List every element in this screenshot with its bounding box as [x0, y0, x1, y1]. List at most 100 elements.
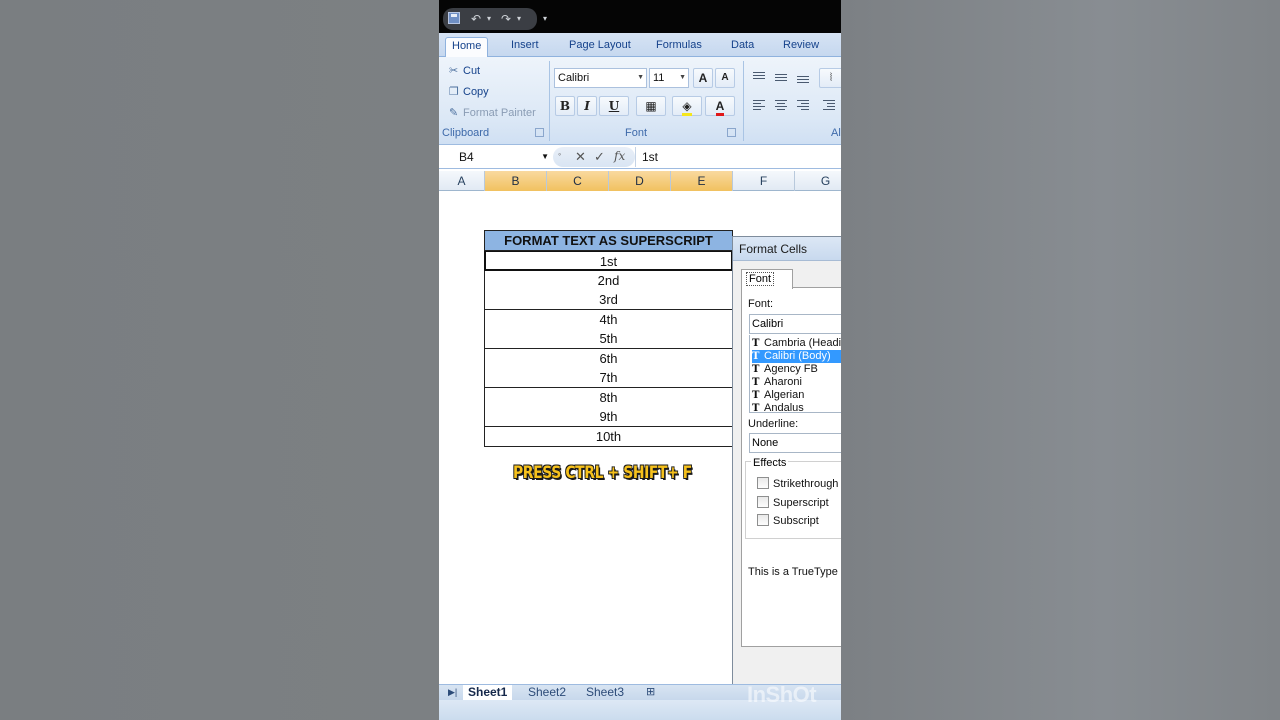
cancel-icon[interactable]: ✕ — [575, 149, 586, 165]
tab-review[interactable]: Review — [777, 37, 825, 57]
undo-dropdown-icon[interactable]: ▾ — [487, 12, 491, 26]
paint-bucket-icon: ◈ — [682, 99, 692, 116]
name-box[interactable]: B4 ▼ — [439, 147, 553, 167]
cut-label: Cut — [463, 65, 481, 77]
truetype-icon: T — [752, 364, 760, 375]
align-right-icon[interactable] — [794, 97, 812, 113]
decrease-indent-icon[interactable] — [820, 97, 838, 113]
truetype-icon: T — [752, 390, 760, 401]
tab-home[interactable]: Home — [445, 37, 489, 57]
table-row[interactable]: 10th — [484, 427, 733, 447]
font-label: Font: — [748, 298, 774, 310]
shrink-font-button[interactable]: A — [715, 68, 735, 88]
table-row[interactable]: 4th — [484, 310, 733, 330]
dialog-title: Format Cells — [733, 237, 841, 261]
tab-page-layout[interactable]: Page Layout — [563, 37, 637, 57]
last-sheet-nav-icon[interactable]: ▶| — [443, 685, 462, 700]
formula-input[interactable]: 1st — [635, 147, 841, 167]
align-center-icon[interactable] — [772, 97, 790, 113]
column-header-e[interactable]: E — [671, 171, 733, 191]
tab-data[interactable]: Data — [725, 37, 760, 57]
table-row[interactable]: 5th — [484, 329, 733, 349]
redo-dropdown-icon[interactable]: ▾ — [517, 12, 521, 26]
column-header-d[interactable]: D — [609, 171, 671, 191]
format-painter-button[interactable]: ✎ Format Painter — [449, 104, 536, 122]
table-row[interactable]: 6th — [484, 349, 733, 369]
tab-font[interactable]: Font — [741, 269, 793, 289]
save-icon[interactable] — [448, 12, 460, 24]
formula-bar: B4 ▼ ◦ ✕ ✓ fx 1st — [439, 145, 841, 169]
format-painter-label: Format Painter — [463, 107, 536, 119]
list-item[interactable]: T Agency FB — [752, 363, 841, 376]
list-item[interactable]: T Aharoni — [752, 376, 841, 389]
list-item[interactable]: T Algerian — [752, 389, 841, 402]
borders-button[interactable]: ▦ — [636, 96, 666, 116]
bold-button[interactable]: B — [555, 96, 575, 116]
table-row[interactable]: 1st — [484, 251, 733, 271]
insert-sheet-icon[interactable]: ⊞ — [641, 685, 660, 700]
cut-button[interactable]: ✂ Cut — [449, 62, 480, 80]
underline-button[interactable]: U — [599, 96, 629, 116]
strikethrough-checkbox[interactable] — [757, 477, 769, 489]
table-row[interactable]: 9th — [484, 407, 733, 427]
align-left-icon[interactable] — [750, 97, 768, 113]
tab-insert[interactable]: Insert — [505, 37, 545, 57]
sheet-tab-3[interactable]: Sheet3 — [581, 685, 629, 700]
enter-icon[interactable]: ✓ — [594, 149, 605, 165]
column-header-f[interactable]: F — [733, 171, 795, 191]
tab-formulas[interactable]: Formulas — [650, 37, 708, 57]
superscript-option[interactable]: Superscript — [757, 496, 829, 510]
column-headers: A B C D E F G — [439, 171, 841, 191]
column-header-b[interactable]: B — [485, 171, 547, 191]
customize-qat-icon[interactable]: ▾ — [543, 12, 547, 26]
clipboard-dialog-launcher[interactable] — [535, 128, 544, 137]
chevron-down-icon: ▼ — [637, 74, 644, 81]
column-header-g[interactable]: G — [795, 171, 841, 191]
redo-icon[interactable]: ↷ — [501, 12, 511, 26]
subscript-option[interactable]: Subscript — [757, 514, 819, 528]
superscript-checkbox[interactable] — [757, 496, 769, 508]
strikethrough-option[interactable]: Strikethrough — [757, 477, 838, 491]
list-item[interactable]: T Andalus — [752, 402, 841, 412]
undo-icon[interactable]: ↶ — [471, 12, 481, 26]
align-bottom-icon[interactable] — [794, 69, 812, 85]
align-top-icon[interactable] — [750, 69, 768, 85]
table-header[interactable]: FORMAT TEXT AS SUPERSCRIPT — [484, 230, 733, 251]
font-list[interactable]: T Cambria (Headin T Calibri (Body) T Agency… — [749, 335, 841, 413]
subscript-checkbox[interactable] — [757, 514, 769, 526]
column-header-c[interactable]: C — [547, 171, 609, 191]
borders-icon: ▦ — [645, 99, 657, 113]
orientation-icon: ⦚ — [829, 72, 833, 84]
list-item-selected[interactable]: T Calibri (Body) — [752, 350, 841, 363]
grow-font-button[interactable]: A — [693, 68, 713, 88]
italic-button[interactable]: I — [577, 96, 597, 116]
sheet-tab-1[interactable]: Sheet1 — [463, 685, 513, 700]
insert-function-icon[interactable]: fx — [614, 149, 625, 163]
sheet-tab-2[interactable]: Sheet2 — [523, 685, 571, 700]
copy-button[interactable]: ❐ Copy — [449, 83, 489, 101]
font-name-combo[interactable]: Calibri ▼ — [554, 68, 647, 88]
align-middle-icon[interactable] — [772, 69, 790, 85]
shortcut-caption: PRESS CTRL + SHIFT+ F — [513, 463, 692, 483]
group-separator — [743, 61, 744, 141]
list-item[interactable]: T Cambria (Headin — [752, 337, 841, 350]
column-header-a[interactable]: A — [439, 171, 485, 191]
formula-buttons: ◦ ✕ ✓ fx — [553, 147, 635, 167]
font-color-button[interactable]: A — [705, 96, 735, 116]
orientation-button[interactable]: ⦚ — [819, 68, 841, 88]
font-dialog-launcher[interactable] — [727, 128, 736, 137]
font-size-value: 11 — [653, 72, 665, 84]
table-row[interactable]: 8th — [484, 388, 733, 408]
table-row[interactable]: 3rd — [484, 290, 733, 310]
table-row[interactable]: 2nd — [484, 271, 733, 291]
copy-label: Copy — [463, 86, 489, 98]
underline-select[interactable]: None — [749, 433, 841, 453]
effects-label: Effects — [751, 457, 789, 469]
font-name-input[interactable]: Calibri — [749, 314, 841, 334]
paintbrush-icon: ✎ — [449, 107, 459, 119]
table-row[interactable]: 7th — [484, 368, 733, 388]
font-group-label: Font — [625, 127, 648, 139]
font-size-combo[interactable]: 11 ▼ — [649, 68, 689, 88]
fill-color-button[interactable]: ◈ — [672, 96, 702, 116]
name-box-value: B4 — [459, 150, 474, 164]
